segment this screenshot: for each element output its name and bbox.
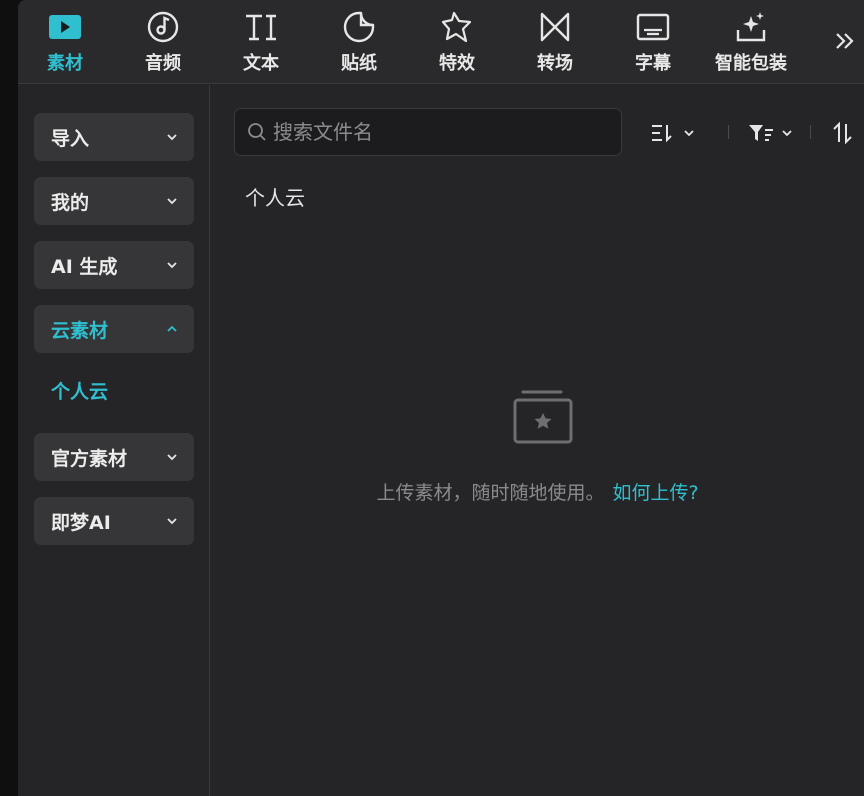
tab-smart-package-label: 智能包装 <box>715 53 787 74</box>
empty-state-message: 上传素材，随时随地使用。 如何上传? <box>211 478 864 505</box>
top-toolbar: 素材 音频 文本 贴纸 特效 转场 字幕 智能包装 <box>18 0 864 84</box>
tab-audio[interactable]: 音频 <box>118 0 208 84</box>
chevron-down-icon <box>167 454 177 461</box>
effects-star-icon <box>440 10 474 44</box>
toolbar-divider <box>728 125 729 139</box>
empty-state-text: 上传素材，随时随地使用。 <box>376 482 605 504</box>
empty-cloud-folder-icon <box>511 388 575 450</box>
chevron-down-icon <box>167 518 177 525</box>
category-sidebar: 导入 我的 AI 生成 云素材 个人云 官方素材 即梦AI <box>18 85 210 796</box>
category-mine[interactable]: 我的 <box>34 177 194 225</box>
tab-text-label: 文本 <box>243 53 279 74</box>
sort-list-icon <box>652 125 694 143</box>
toolbar-divider <box>810 125 811 139</box>
double-chevron-right-icon <box>836 33 854 49</box>
more-tabs-button[interactable] <box>830 26 860 56</box>
category-label: AI 生成 <box>51 255 118 278</box>
media-play-icon <box>48 10 82 44</box>
smart-package-icon <box>734 10 768 44</box>
filter-button[interactable] <box>747 121 797 145</box>
sidebar-item-personal-cloud[interactable]: 个人云 <box>51 377 108 404</box>
tab-text[interactable]: 文本 <box>216 0 306 84</box>
category-label: 我的 <box>51 191 90 214</box>
chevron-up-icon <box>167 325 177 332</box>
tab-media-label: 素材 <box>47 53 83 74</box>
category-label: 云素材 <box>51 319 109 342</box>
tab-effects-label: 特效 <box>439 53 475 74</box>
filter-icon <box>749 125 792 141</box>
category-ai-generate[interactable]: AI 生成 <box>34 241 194 289</box>
tab-subtitle[interactable]: 字幕 <box>608 0 698 84</box>
tab-sticker[interactable]: 贴纸 <box>314 0 404 84</box>
category-jimeng-ai[interactable]: 即梦AI <box>34 497 194 545</box>
sort-arrows-icon <box>833 121 852 145</box>
how-to-upload-link[interactable]: 如何上传? <box>612 482 698 504</box>
tab-transition-label: 转场 <box>537 53 573 74</box>
search-input[interactable] <box>273 120 603 144</box>
app-window: 素材 音频 文本 贴纸 特效 转场 字幕 智能包装 导入 我的 AI 生成 云素… <box>0 0 864 796</box>
tab-media[interactable]: 素材 <box>20 0 110 84</box>
text-icon <box>244 10 278 44</box>
media-panel: 素材 音频 文本 贴纸 特效 转场 字幕 智能包装 导入 我的 AI 生成 云素… <box>18 0 864 796</box>
category-cloud-media[interactable]: 云素材 <box>34 305 194 353</box>
category-label: 即梦AI <box>51 511 111 534</box>
sort-direction-button[interactable] <box>831 121 857 145</box>
category-label: 导入 <box>51 127 90 150</box>
folder-breadcrumb: 个人云 <box>245 186 305 210</box>
category-label: 官方素材 <box>51 447 128 470</box>
tab-audio-label: 音频 <box>145 53 181 74</box>
category-import[interactable]: 导入 <box>34 113 194 161</box>
chevron-down-icon <box>167 134 177 141</box>
category-official-media[interactable]: 官方素材 <box>34 433 194 481</box>
chevron-down-icon <box>167 198 177 205</box>
subtitle-icon <box>636 10 670 44</box>
tab-sticker-label: 贴纸 <box>341 53 377 74</box>
tab-effects[interactable]: 特效 <box>412 0 502 84</box>
chevron-down-icon <box>167 262 177 269</box>
tab-subtitle-label: 字幕 <box>635 53 671 74</box>
tab-transition[interactable]: 转场 <box>510 0 600 84</box>
media-content: 个人云 上传素材，随时随地使用。如何上传? <box>211 85 864 796</box>
tab-smart-package[interactable]: 智能包装 <box>706 0 796 84</box>
sort-order-button[interactable] <box>649 121 697 145</box>
sticker-icon <box>342 10 376 44</box>
search-box[interactable] <box>234 108 622 156</box>
transition-icon <box>538 10 572 44</box>
audio-icon <box>146 10 180 44</box>
search-icon <box>248 123 266 141</box>
